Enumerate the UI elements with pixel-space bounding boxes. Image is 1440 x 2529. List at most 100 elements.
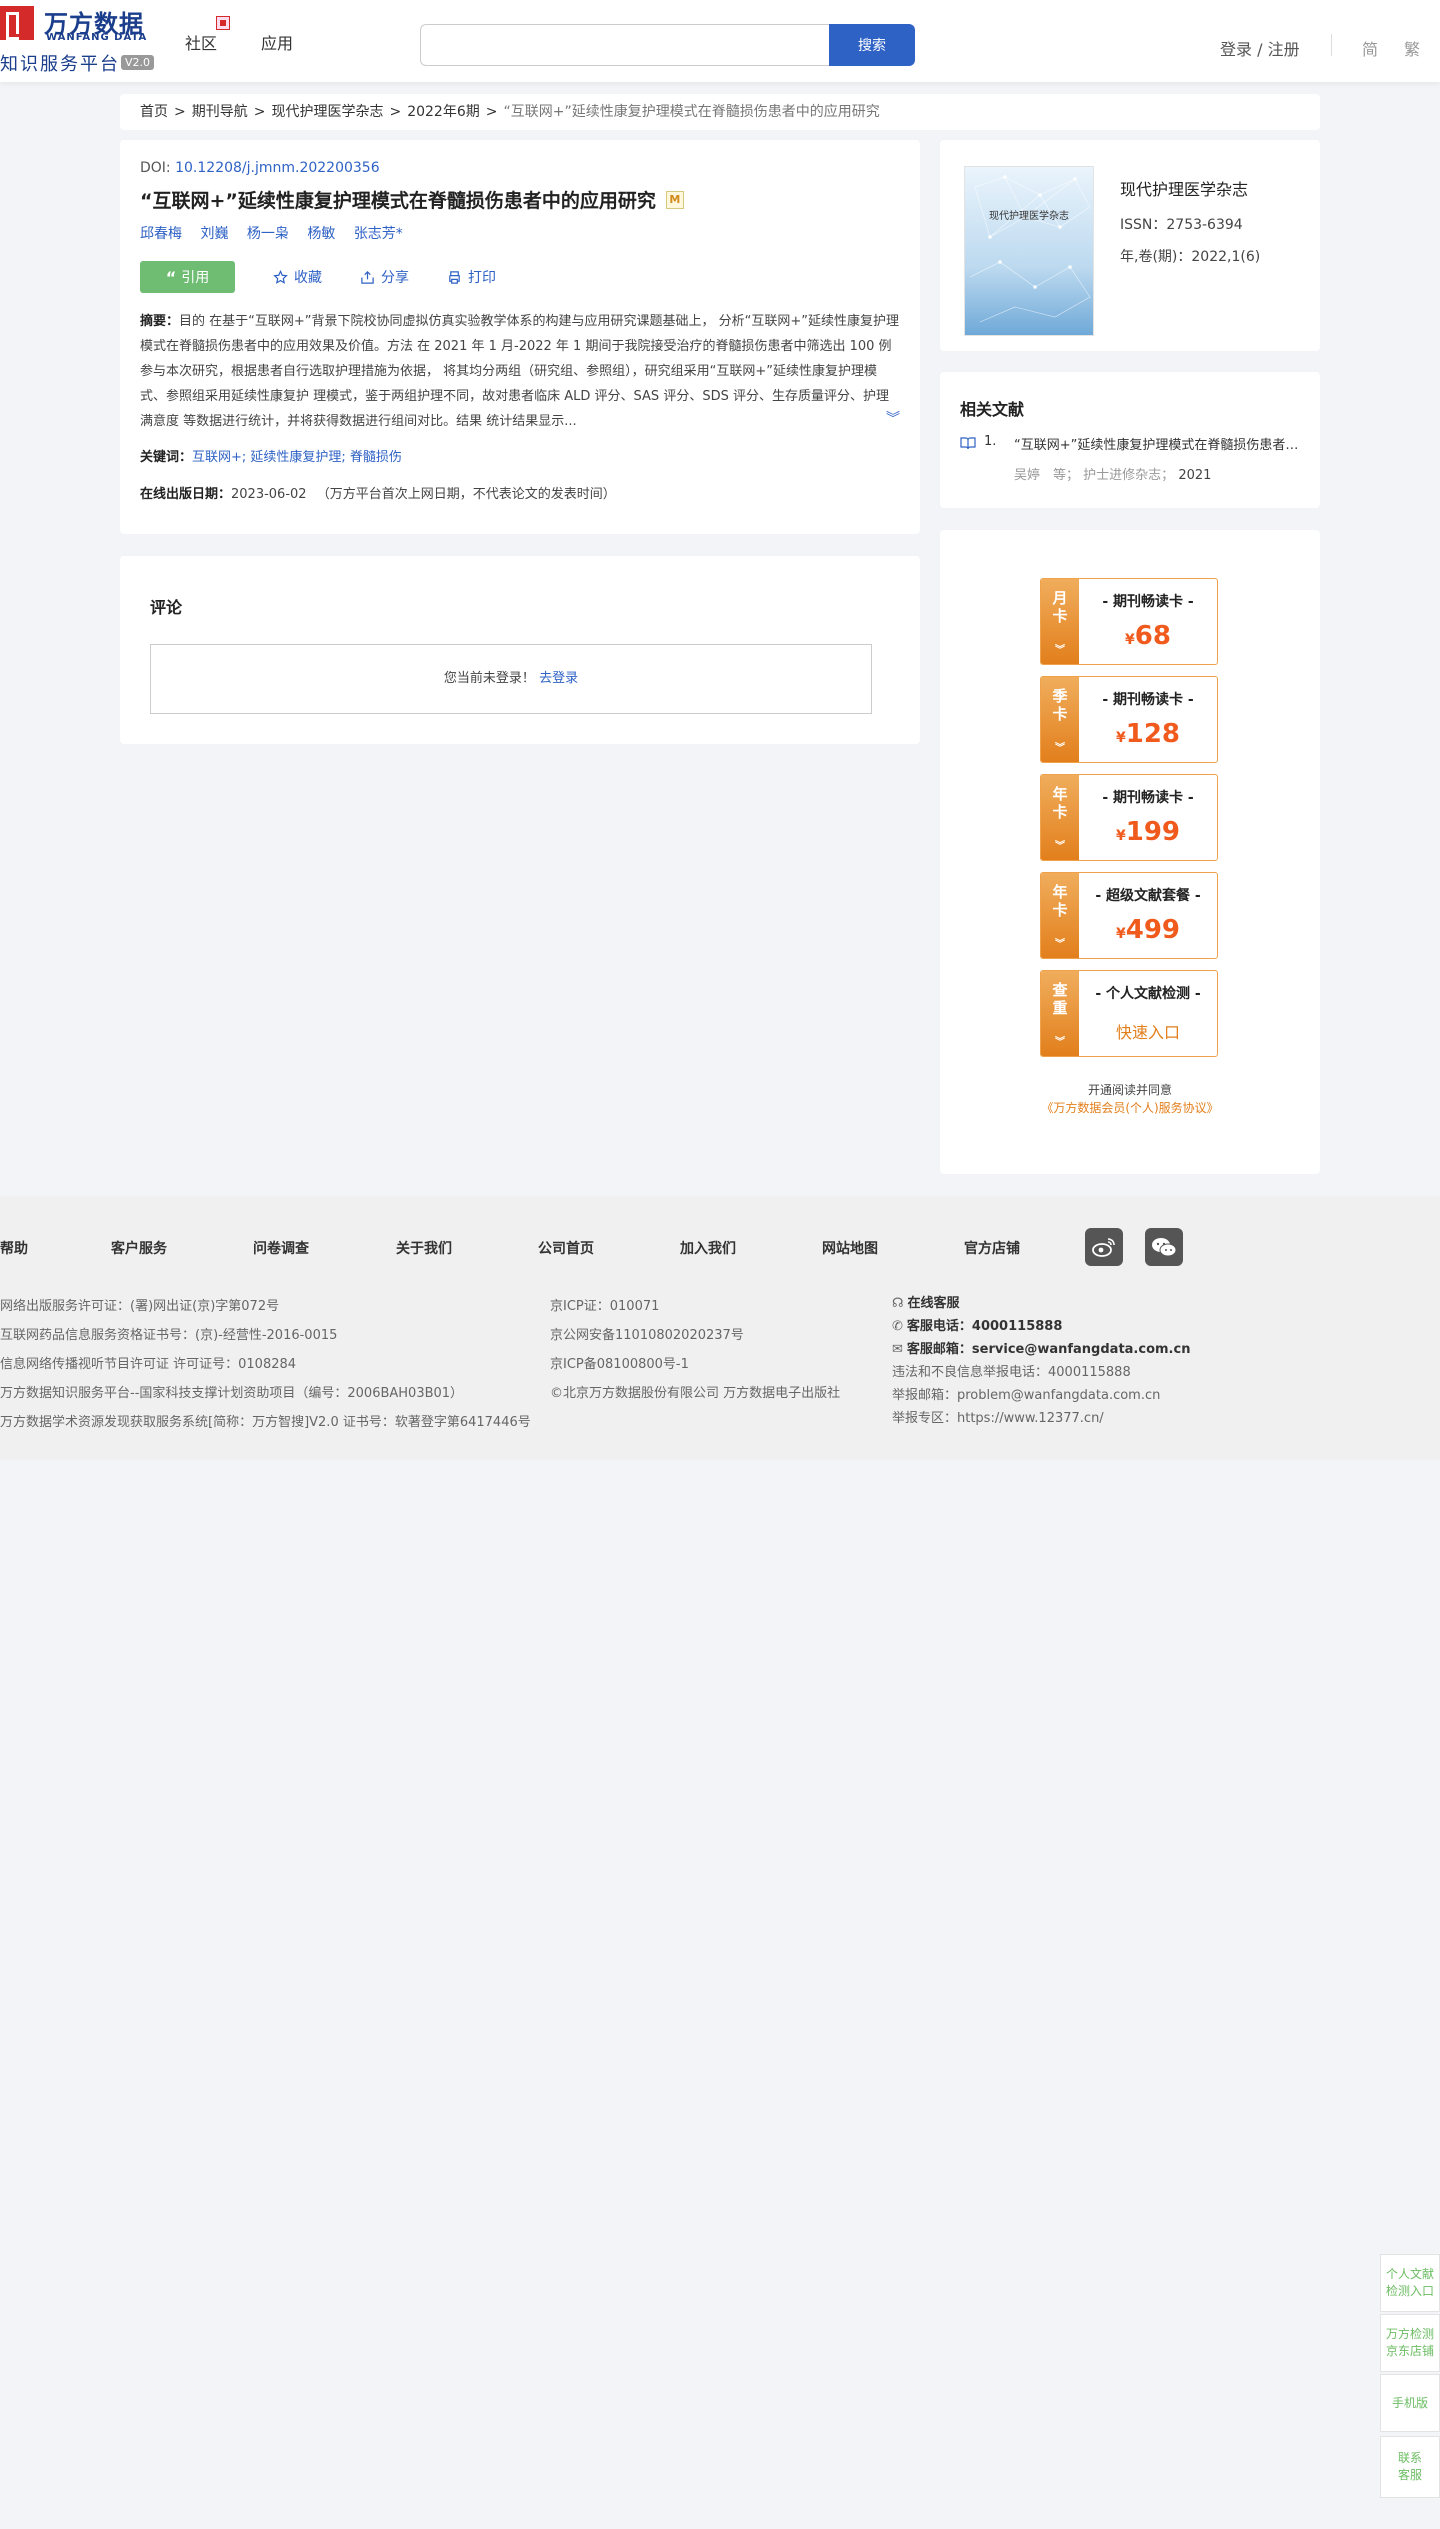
article-title: “互联网+”延续性康复护理模式在脊髓损伤患者中的应用研究 [140,190,656,212]
abstract-text: 目的 在基于“互联网+”背景下院校协同虚拟仿真实验教学体系的构建与应用研究课题基… [140,314,900,429]
card-tag-text: 年卡 [1052,785,1068,821]
related-year: 2021 [1178,468,1212,483]
breadcrumb: 首页 > 期刊导航 > 现代护理医学杂志 >2022年6期 > “互联网+”延续性康复护理模式… [120,94,1320,130]
card-tag: 查重 ︾ [1041,971,1079,1056]
favorite-label: 收藏 [294,270,322,286]
card-tag-text: 月卡 [1052,589,1068,625]
card-name: - 超级文献套餐 - [1095,888,1201,904]
footer-link-help[interactable]: 帮助 [0,1238,28,1258]
star-icon [273,269,288,284]
favorite-button[interactable]: 收藏 [273,267,322,287]
m-badge-icon[interactable]: M [665,190,684,209]
month-card[interactable]: 月卡 ︾ - 期刊畅读卡 - ¥68 [1040,578,1218,665]
footer-link-store[interactable]: 官方店铺 [964,1238,1020,1258]
journal-card: 现代护理医学杂志 现代护理医学杂志 ISSN：2753-6394 年,卷(期)：… [940,140,1320,351]
lang-simplified[interactable]: 简 [1362,36,1378,60]
comment-card: 评论 您当前未登录！ 去登录 [120,556,920,744]
author-link[interactable]: 杨敏 [307,226,335,242]
author-link[interactable]: 杨一枭 [247,226,289,242]
footer-link-sitemap[interactable]: 网站地图 [822,1238,878,1258]
footer-link-about[interactable]: 关于我们 [396,1238,452,1258]
footer-link-company[interactable]: 公司首页 [538,1238,594,1258]
share-button[interactable]: 分享 [360,267,409,287]
online-service[interactable]: ☊ 在线客服 [892,1292,1190,1315]
service-agreement-link[interactable]: 《万方数据会员(个人)服务协议》 [940,1099,1320,1116]
nav-app[interactable]: 应用 [261,30,293,54]
related-card: 相关文献 1. “互联网+”延续性康复护理模式在脊髓损伤患者中的应用研究 吴婷 … [940,372,1320,508]
print-label: 打印 [468,270,496,286]
cite-button[interactable]: “ 引用 [140,261,235,293]
email-value[interactable]: service@wanfangdata.com.cn [972,1342,1191,1357]
agree-text: 开通阅读并同意 [1087,1083,1172,1097]
printer-icon [449,270,460,284]
year-card[interactable]: 年卡 ︾ - 期刊畅读卡 - ¥199 [1040,774,1218,861]
pubdate-note: （万方平台首次上网日期，不代表论文的发表时间） [316,487,616,502]
journal-name[interactable]: 现代护理医学杂志 [1120,176,1248,200]
icp-line[interactable]: 京ICP证：010071 [550,1292,840,1321]
lang-traditional[interactable]: 繁 [1404,36,1420,60]
icp-line[interactable]: 京公网安备11010802020237号 [550,1321,840,1350]
breadcrumb-journal[interactable]: 现代护理医学杂志 [271,104,383,120]
doi-line: DOI: 10.12208/j.jmnm.202200356 [140,160,900,176]
email-label: 客服邮箱： [906,1342,972,1357]
breadcrumb-separator: > [253,104,266,120]
weibo-icon[interactable] [1085,1228,1123,1266]
card-price: ¥128 [1079,719,1217,749]
card-tag: 季卡 ︾ [1041,677,1079,762]
phone-value: 4000115888 [971,1319,1063,1334]
login-register-link[interactable]: 登录 / 注册 [1220,36,1300,60]
not-logged-text: 您当前未登录！ [443,671,535,686]
breadcrumb-separator: > [389,104,402,120]
icp-line[interactable]: 京ICP备08100800号-1 [550,1350,840,1379]
super-package-card[interactable]: 年卡 ︾ - 超级文献套餐 - ¥499 [1040,872,1218,959]
author-link[interactable]: 刘巍 [200,226,228,242]
print-button[interactable]: 打印 [447,267,496,287]
breadcrumb-journal-nav[interactable]: 期刊导航 [192,104,248,120]
side-mobile[interactable]: 手机版 [1380,2374,1440,2432]
journal-issue: 年,卷(期)：2022,1(6) [1120,249,1261,265]
breadcrumb-issue[interactable]: 2022年6期 [407,104,480,120]
side-jd-store[interactable]: 万方检测京东店铺 [1380,2314,1440,2372]
platform-name[interactable]: 知识服务平台 [0,50,120,76]
keywords-line: 关键词：互联网+; 延续性康复护理; 脊髓损伤 [140,446,900,465]
chevron-down-icon[interactable]: ︾ [886,407,900,432]
search-input[interactable] [420,24,830,66]
breadcrumb-home[interactable]: 首页 [140,104,168,120]
journal-cover[interactable]: 现代护理医学杂志 [964,166,1094,336]
go-login-link[interactable]: 去登录 [539,671,578,686]
doi-link[interactable]: 10.12208/j.jmnm.202200356 [175,160,380,176]
report-email[interactable]: 举报邮箱：problem@wanfangdata.com.cn [892,1384,1190,1407]
phone-icon: ✆ [892,1319,903,1334]
author-link[interactable]: 张志芳* [354,226,403,242]
nav-community[interactable]: 社区 [185,30,217,54]
card-price: ¥199 [1079,817,1217,847]
comment-box: 您当前未登录！ 去登录 [150,644,872,714]
footer-license-column: 网络出版服务许可证：(署)网出证(京)字第072号 互联网药品信息服务资格证书号… [0,1292,531,1437]
report-zone[interactable]: 举报专区：https://www.12377.cn/ [892,1407,1190,1430]
keywords-links[interactable]: 互联网+; 延续性康复护理; 脊髓损伤 [192,450,402,465]
side-personal-check-label: 个人文献检测入口 [1386,2267,1435,2298]
wanfang-logo-icon[interactable] [0,6,34,40]
side-personal-check[interactable]: 个人文献检测入口 [1380,2254,1440,2312]
side-contact[interactable]: 联系客服 [1380,2436,1440,2498]
quick-entry-label: 快速入口 [1115,1023,1180,1042]
license-line: 网络出版服务许可证：(署)网出证(京)字第072号 [0,1299,280,1314]
related-title[interactable]: “互联网+”延续性康复护理模式在脊髓损伤患者中的应用研究 [1014,434,1304,453]
plagiarism-check-card[interactable]: 查重 ︾ - 个人文献检测 - 快速入口 [1040,970,1218,1057]
mail-icon: ✉ [892,1342,903,1357]
search-button[interactable]: 搜索 [829,24,915,66]
logo-text-en[interactable]: WANFANG DATA [46,32,147,43]
price-value: 499 [1125,915,1181,945]
price-value: 68 [1134,621,1171,651]
wechat-icon[interactable] [1145,1228,1183,1266]
author-link[interactable]: 邱春梅 [140,226,182,242]
journal-issn: ISSN：2753-6394 [1120,217,1243,233]
header-divider [1331,34,1332,56]
footer-link-join[interactable]: 加入我们 [680,1238,736,1258]
footer-icp-column: 京ICP证：010071 京公网安备11010802020237号 京ICP备0… [550,1292,840,1408]
headset-icon: ☊ [892,1296,904,1311]
season-card[interactable]: 季卡 ︾ - 期刊畅读卡 - ¥128 [1040,676,1218,763]
footer-link-service[interactable]: 客户服务 [111,1238,167,1258]
share-label: 分享 [381,270,409,286]
footer-link-survey[interactable]: 问卷调查 [253,1238,309,1258]
